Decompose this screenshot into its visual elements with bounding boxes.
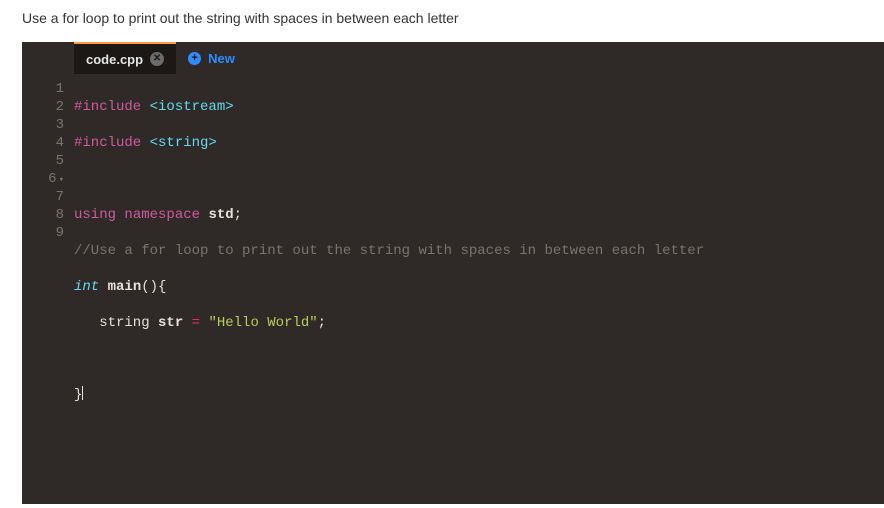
tab-bar: code.cpp ✕ + New [22, 42, 884, 74]
code-line: #include <string> [74, 134, 704, 152]
instruction-text: Use a for loop to print out the string w… [0, 0, 884, 42]
tab-new-label: New [208, 51, 235, 66]
code-editor: code.cpp ✕ + New 1 2 3 4 5 6▾ 7 8 9 #inc… [22, 42, 884, 504]
code-area[interactable]: 1 2 3 4 5 6▾ 7 8 9 #include <iostream> #… [22, 74, 884, 504]
fold-icon[interactable]: ▾ [59, 175, 64, 185]
line-number: 4 [22, 134, 64, 152]
code-line: string str = "Hello World"; [74, 314, 704, 332]
tab-code-cpp[interactable]: code.cpp ✕ [74, 42, 176, 74]
line-number: 3 [22, 116, 64, 134]
code-line [74, 350, 704, 368]
close-icon[interactable]: ✕ [150, 52, 164, 66]
line-number: 2 [22, 98, 64, 116]
line-number: 8 [22, 206, 64, 224]
text-cursor [82, 386, 83, 400]
line-number: 7 [22, 188, 64, 206]
code-content[interactable]: #include <iostream> #include <string> us… [74, 74, 704, 504]
tab-new[interactable]: + New [176, 42, 247, 74]
code-line [74, 170, 704, 188]
tab-label: code.cpp [86, 52, 143, 67]
code-line: } [74, 386, 704, 404]
code-line: int main(){ [74, 278, 704, 296]
code-line: #include <iostream> [74, 98, 704, 116]
line-number: 1 [22, 80, 64, 98]
line-number: 5 [22, 152, 64, 170]
line-number: 6▾ [22, 170, 64, 188]
plus-icon: + [188, 52, 201, 65]
code-line: using namespace std; [74, 206, 704, 224]
line-number-gutter: 1 2 3 4 5 6▾ 7 8 9 [22, 74, 74, 504]
line-number: 9 [22, 224, 64, 242]
code-line: //Use a for loop to print out the string… [74, 242, 704, 260]
